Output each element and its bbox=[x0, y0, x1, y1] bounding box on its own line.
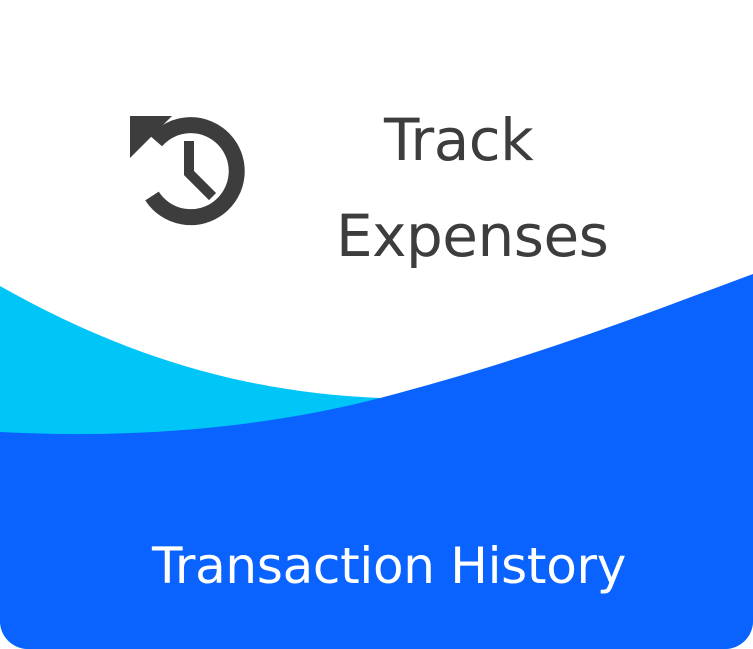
history-icon bbox=[130, 116, 245, 226]
title-line-track: Track bbox=[384, 106, 534, 174]
expense-tracker-card[interactable]: Track Expenses Transaction History bbox=[0, 0, 753, 649]
transaction-history-label[interactable]: Transaction History bbox=[0, 530, 753, 602]
card-title: Track Expenses bbox=[330, 92, 630, 284]
title-line-expenses: Expenses bbox=[336, 202, 609, 270]
